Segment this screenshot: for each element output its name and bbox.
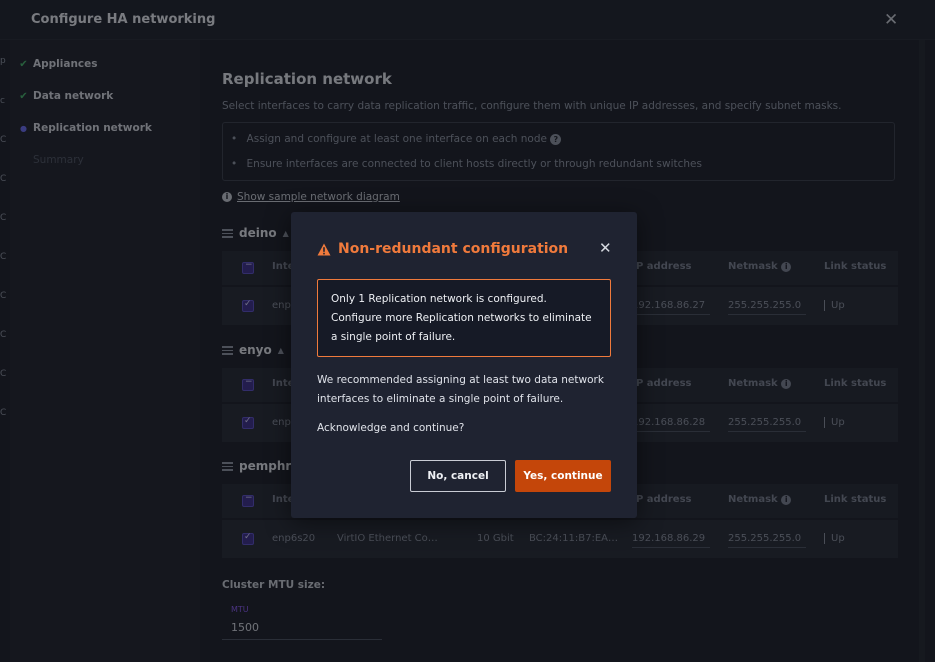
warning-icon (317, 243, 331, 256)
continue-button[interactable]: Yes, continue (515, 460, 611, 492)
dialog-close-icon[interactable]: ✕ (599, 239, 612, 257)
dialog-title: Non-redundant configuration (317, 241, 568, 257)
dialog-body: We recommended assigning at least two da… (317, 374, 604, 405)
non-redundant-dialog: Non-redundant configuration ✕ Only 1 Rep… (291, 212, 637, 518)
dialog-question: Acknowledge and continue? (317, 422, 465, 434)
warning-alert: Only 1 Replication network is configured… (317, 279, 611, 357)
cancel-button[interactable]: No, cancel (410, 460, 506, 492)
